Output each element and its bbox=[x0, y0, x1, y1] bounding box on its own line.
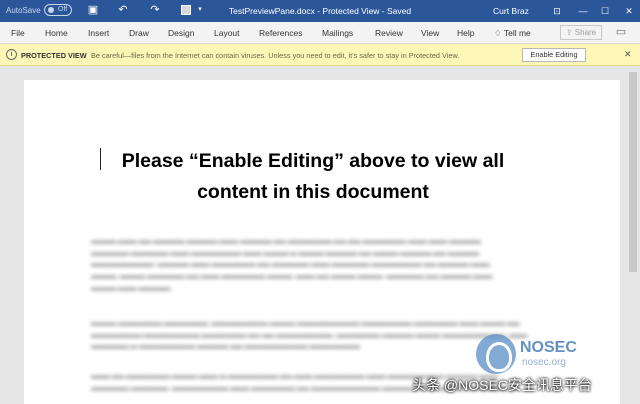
watermark-caption: 头条 @NOSEC安全讯息平台 bbox=[412, 377, 592, 393]
enable-editing-button[interactable]: Enable Editing bbox=[522, 48, 586, 62]
share-label: Share bbox=[574, 28, 597, 37]
maximize-icon[interactable]: ☐ bbox=[594, 2, 616, 20]
tab-design[interactable]: Design bbox=[168, 28, 194, 38]
tab-insert[interactable]: Insert bbox=[88, 28, 109, 38]
tab-help[interactable]: Help bbox=[457, 28, 474, 38]
document-heading[interactable]: Please “Enable Editing” above to view al… bbox=[60, 146, 566, 208]
lightbulb-icon: ♢ bbox=[494, 28, 502, 38]
heading-line-2: content in this document bbox=[197, 181, 429, 203]
close-icon[interactable]: ✕ bbox=[618, 2, 640, 20]
share-button[interactable]: ⇪ Share bbox=[560, 25, 602, 40]
nosec-logo-icon bbox=[476, 334, 516, 374]
document-title: TestPreviewPane.docx - Protected View - … bbox=[228, 6, 412, 16]
tab-file[interactable]: File bbox=[11, 28, 25, 38]
vertical-scrollbar[interactable] bbox=[627, 66, 640, 404]
scrollbar-thumb[interactable] bbox=[629, 72, 637, 272]
blurred-paragraph-1: ▬▬▬▬ ▬▬▬ ▬▬ ▬▬▬▬▬ ▬▬▬▬▬ ▬▬▬ ▬▬▬▬▬ ▬▬ ▬▬▬… bbox=[91, 238, 493, 292]
title-bar: AutoSave Off ▣ ↶ ↷ ▾ TestPreviewPane.doc… bbox=[0, 0, 640, 22]
watermark-brand: NOSEC bbox=[520, 339, 577, 356]
protected-view-message: Be careful—files from the Internet can c… bbox=[91, 51, 460, 60]
ribbon-display-icon[interactable]: ⊡ bbox=[546, 2, 568, 20]
tab-home[interactable]: Home bbox=[45, 28, 68, 38]
minimize-icon[interactable]: — bbox=[572, 2, 594, 20]
info-icon: i bbox=[6, 49, 17, 60]
ribbon-tabs: File Home Insert Draw Design Layout Refe… bbox=[0, 22, 640, 44]
user-name[interactable]: Curt Braz bbox=[493, 6, 529, 16]
protected-view-bar: i PROTECTED VIEW Be careful—files from t… bbox=[0, 44, 640, 66]
tab-review[interactable]: Review bbox=[375, 28, 403, 38]
tell-me-search[interactable]: ♢ Tell me bbox=[494, 28, 531, 39]
watermark-site: nosec.org bbox=[522, 357, 566, 368]
comments-icon[interactable]: ▭ bbox=[614, 26, 628, 39]
tab-view[interactable]: View bbox=[421, 28, 439, 38]
tab-references[interactable]: References bbox=[259, 28, 302, 38]
share-icon: ⇪ bbox=[565, 28, 573, 37]
tab-draw[interactable]: Draw bbox=[129, 28, 149, 38]
tab-mailings[interactable]: Mailings bbox=[322, 28, 353, 38]
heading-line-1: Please “Enable Editing” above to view al… bbox=[121, 150, 505, 172]
tell-me-label: Tell me bbox=[503, 28, 531, 38]
close-bar-icon[interactable]: ✕ bbox=[624, 49, 632, 60]
tab-layout[interactable]: Layout bbox=[214, 28, 240, 38]
protected-view-label: PROTECTED VIEW bbox=[21, 51, 87, 60]
blurred-paragraph-2: ▬▬▬▬ ▬▬▬▬▬▬▬ ▬▬▬▬▬▬▬, ▬▬▬▬▬▬▬▬▬ ▬▬▬▬ ▬▬▬… bbox=[91, 320, 528, 351]
